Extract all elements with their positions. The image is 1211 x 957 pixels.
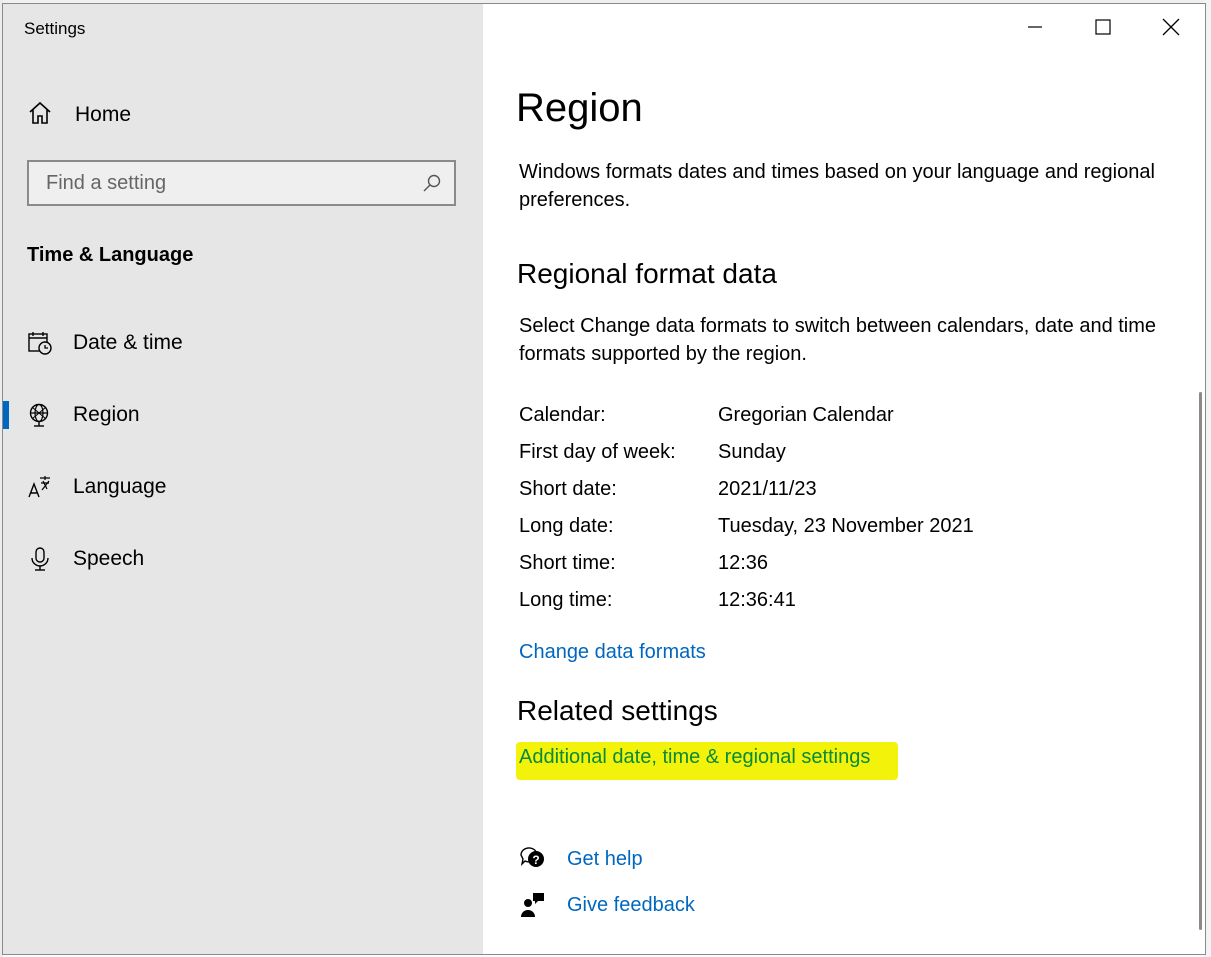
format-key: Long date:: [519, 515, 614, 537]
sidebar-item-speech[interactable]: Speech: [3, 535, 483, 583]
minimize-button[interactable]: [1001, 4, 1069, 54]
format-value: Tuesday, 23 November 2021: [718, 515, 974, 537]
regional-format-description: Select Change data formats to switch bet…: [519, 315, 1157, 365]
give-feedback-row[interactable]: Give feedback: [519, 890, 695, 920]
give-feedback-link[interactable]: Give feedback: [567, 894, 695, 917]
format-row-calendar: Calendar: Gregorian Calendar: [519, 404, 894, 434]
get-help-link[interactable]: Get help: [567, 848, 643, 871]
settings-window: Settings Home Time & Language Date & tim…: [2, 3, 1206, 955]
main-content: Region Windows formats dates and times b…: [483, 4, 1205, 954]
scrollbar[interactable]: [1199, 392, 1202, 930]
calendar-clock-icon: [27, 330, 53, 356]
language-icon: [27, 474, 53, 500]
format-row-long-date: Long date: Tuesday, 23 November 2021: [519, 515, 974, 545]
sidebar-item-label: Language: [73, 475, 167, 498]
format-key: Short time:: [519, 552, 616, 574]
home-nav-item[interactable]: Home: [27, 100, 131, 130]
format-value: Gregorian Calendar: [718, 404, 894, 426]
format-row-long-time: Long time: 12:36:41: [519, 589, 796, 619]
sidebar-item-label: Region: [73, 403, 140, 426]
format-key: Long time:: [519, 589, 613, 611]
page-description: Windows formats dates and times based on…: [519, 161, 1155, 211]
sidebar-item-language[interactable]: Language: [3, 463, 483, 511]
search-input[interactable]: [44, 170, 388, 196]
format-row-first-day: First day of week: Sunday: [519, 441, 786, 471]
additional-settings-link[interactable]: Additional date, time & regional setting…: [519, 746, 870, 769]
section-title: Time & Language: [27, 244, 194, 266]
page-title: Region: [516, 86, 643, 130]
svg-text:?: ?: [532, 853, 539, 867]
maximize-icon: [1095, 18, 1111, 40]
maximize-button[interactable]: [1069, 4, 1137, 54]
globe-icon: [27, 402, 53, 428]
help-chat-icon: ?: [519, 845, 547, 873]
home-label: Home: [75, 103, 132, 126]
sidebar-item-label: Speech: [73, 547, 145, 570]
sidebar-item-date-time[interactable]: Date & time: [3, 319, 483, 367]
microphone-icon: [27, 546, 53, 572]
format-key: Calendar:: [519, 404, 606, 426]
sidebar: Settings Home Time & Language Date & tim…: [3, 4, 483, 954]
format-row-short-date: Short date: 2021/11/23: [519, 478, 817, 508]
related-settings-heading: Related settings: [517, 695, 718, 726]
search-box[interactable]: [27, 160, 456, 206]
close-icon: [1162, 18, 1180, 41]
format-value: 12:36: [718, 552, 769, 574]
format-value: Sunday: [718, 441, 786, 463]
sidebar-item-label: Date & time: [73, 331, 183, 354]
sidebar-item-region[interactable]: Region: [3, 391, 483, 439]
change-data-formats-link[interactable]: Change data formats: [519, 641, 706, 664]
home-icon: [27, 100, 53, 131]
format-key: Short date:: [519, 478, 617, 500]
format-value: 12:36:41: [718, 589, 796, 611]
format-value: 2021/11/23: [718, 478, 817, 500]
regional-format-heading: Regional format data: [517, 258, 777, 289]
search-icon[interactable]: [422, 173, 442, 193]
get-help-row[interactable]: ? Get help: [519, 844, 643, 874]
minimize-icon: [1027, 19, 1043, 40]
format-key: First day of week:: [519, 441, 676, 463]
feedback-icon: [519, 891, 547, 919]
close-button[interactable]: [1137, 4, 1205, 54]
window-title: Settings: [24, 19, 86, 38]
format-row-short-time: Short time: 12:36: [519, 552, 768, 582]
